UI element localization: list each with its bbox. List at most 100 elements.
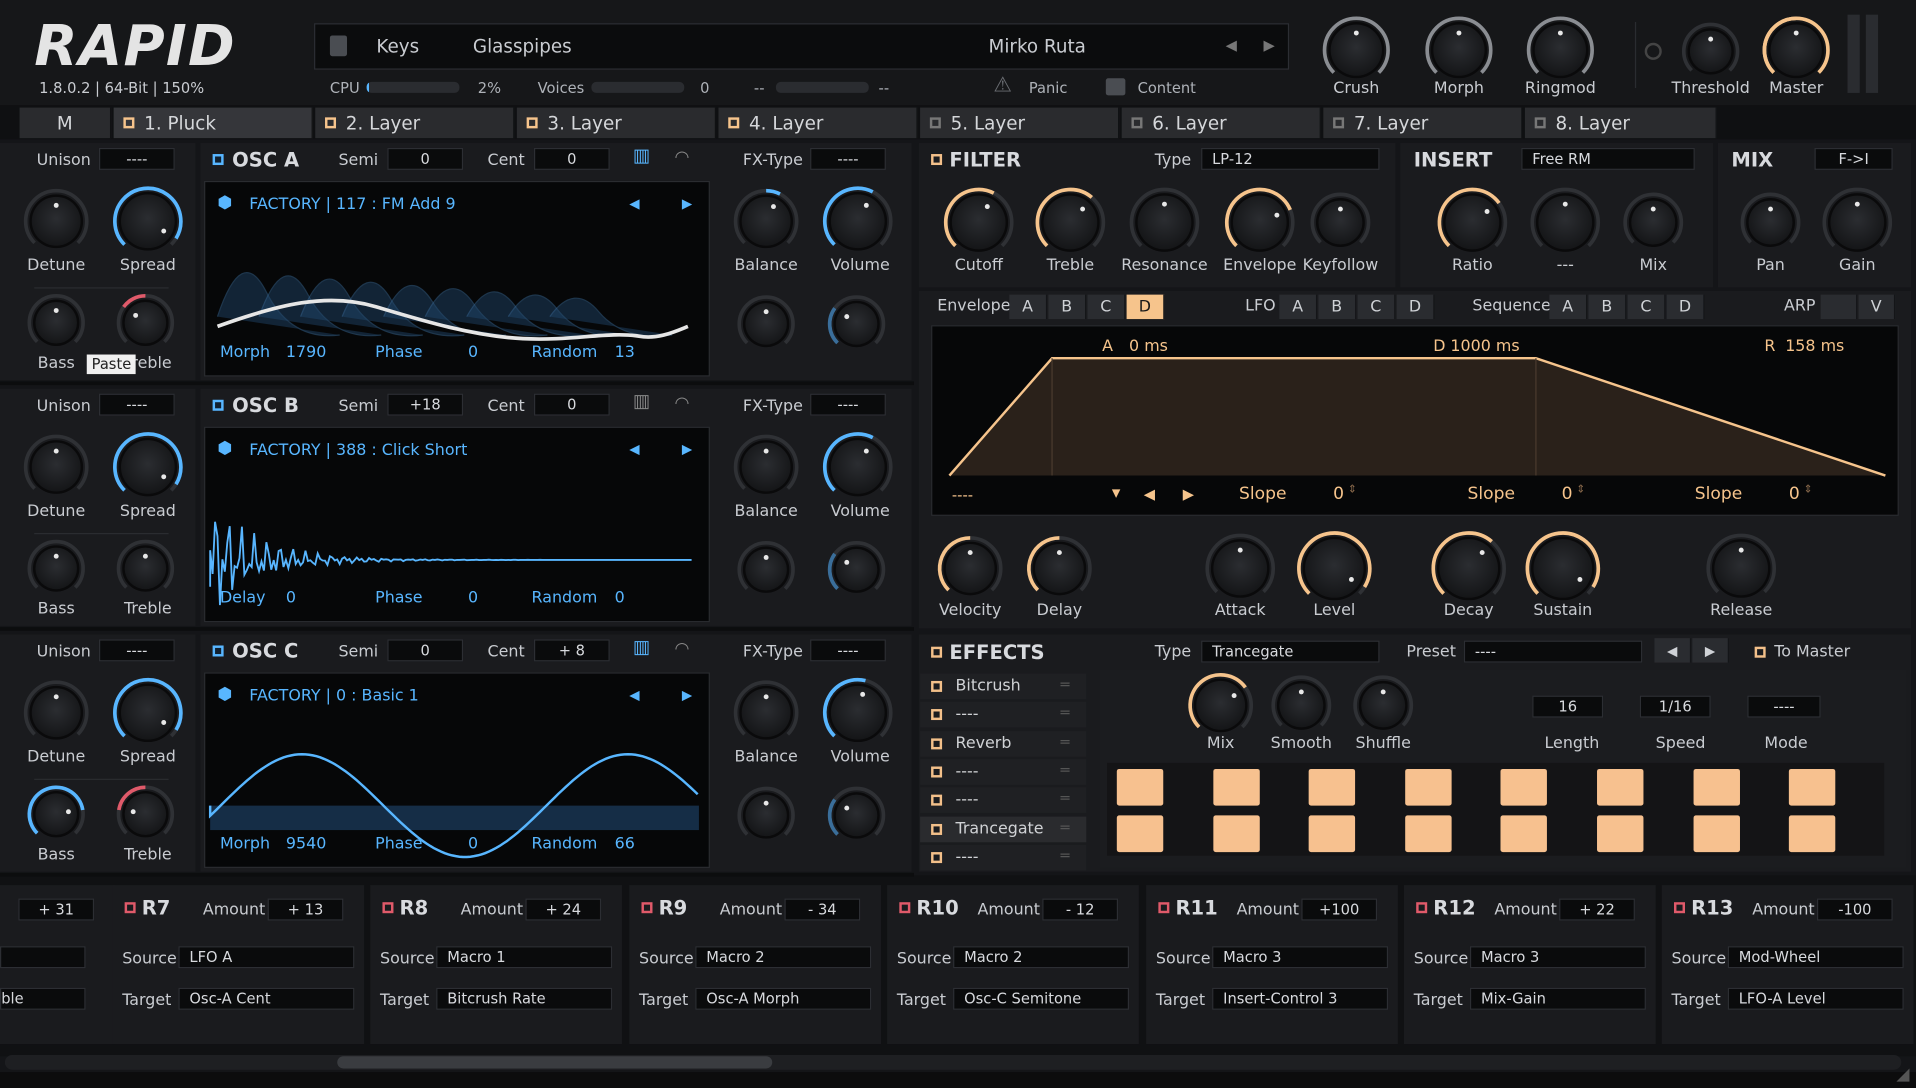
- osc-b-retrigger-icon[interactable]: ◠: [674, 395, 689, 412]
- lfo-tab-b[interactable]: B: [1318, 294, 1357, 320]
- osc-c-volume-knob[interactable]: [823, 677, 893, 743]
- osc-c-semi-field[interactable]: 0: [387, 639, 464, 662]
- osc-b-keyboard-icon[interactable]: ▥: [633, 392, 650, 410]
- fx-slot-drag-icon-6[interactable]: ═: [1061, 848, 1070, 863]
- effects-preset-select[interactable]: ----: [1463, 640, 1643, 663]
- preset-category[interactable]: Keys: [376, 37, 419, 56]
- filter-knob-3[interactable]: [1225, 187, 1295, 252]
- tab-layer-3[interactable]: 3. Layer: [516, 107, 717, 139]
- tab-layer-3-checkbox[interactable]: [526, 117, 538, 129]
- osc-a-wave-prev-icon[interactable]: ◀: [629, 197, 639, 210]
- osc-b-volume-knob[interactable]: [823, 432, 893, 497]
- env-source-select[interactable]: ----: [952, 488, 973, 503]
- gate-knob-2[interactable]: [1353, 675, 1414, 730]
- filter-knob-1[interactable]: [1035, 187, 1106, 252]
- env-slope-value-1[interactable]: 0: [1562, 485, 1573, 502]
- osc-c-fx-select[interactable]: ----: [810, 639, 886, 662]
- route-0-amount-field[interactable]: + 31: [18, 898, 95, 921]
- osc-c-pan-mod-knob[interactable]: [737, 786, 795, 839]
- env-slope-spin-icon-0[interactable]: ⇕: [1348, 485, 1357, 496]
- fx-slot-drag-icon-1[interactable]: ═: [1061, 706, 1070, 721]
- osc-a-p2-value[interactable]: 0: [468, 345, 478, 361]
- route-6-target-select[interactable]: Mix-Gain: [1469, 987, 1646, 1010]
- route-0-target-select[interactable]: ble: [0, 987, 86, 1010]
- arp-toggle[interactable]: [1820, 294, 1858, 320]
- fx-slot-drag-icon-0[interactable]: ═: [1061, 677, 1070, 692]
- mix-mode-select[interactable]: F->I: [1814, 147, 1893, 170]
- fx-slot-checkbox-5[interactable]: [931, 823, 943, 835]
- osc-a-keyboard-icon[interactable]: ▥: [633, 146, 650, 165]
- gate-length-field[interactable]: 16: [1532, 695, 1604, 718]
- route-2-source-select[interactable]: Macro 1: [436, 946, 613, 969]
- route-5-source-select[interactable]: Macro 3: [1212, 946, 1389, 969]
- fx-slot-checkbox-2[interactable]: [931, 737, 943, 749]
- route-3-amount-field[interactable]: - 34: [784, 898, 861, 921]
- gate-knob-0[interactable]: [1188, 672, 1254, 733]
- osc-c-enable-checkbox[interactable]: [212, 645, 224, 657]
- fx-slot-checkbox-4[interactable]: [931, 794, 943, 806]
- fx-slot-drag-icon-3[interactable]: ═: [1061, 763, 1070, 778]
- insert-knob-1[interactable]: [1530, 187, 1600, 252]
- route-5-amount-field[interactable]: +100: [1301, 898, 1378, 921]
- resize-grip-icon[interactable]: ◢: [1896, 1066, 1909, 1083]
- filter-knob-0[interactable]: [943, 187, 1014, 252]
- osc-c-balance-knob[interactable]: [733, 680, 799, 740]
- osc-c-wave-prev-icon[interactable]: ◀: [629, 688, 639, 701]
- osc-a-p1-value[interactable]: 1790: [286, 345, 326, 361]
- filter-knob-4[interactable]: [1310, 192, 1371, 247]
- tab-layer-1-checkbox[interactable]: [123, 117, 135, 129]
- route-2-checkbox[interactable]: [382, 902, 394, 914]
- env-slope-value-2[interactable]: 0: [1789, 485, 1800, 502]
- preset-name[interactable]: Glasspipes: [473, 37, 572, 56]
- mix-knob-1[interactable]: [1822, 187, 1893, 252]
- threshold-power-icon[interactable]: [1644, 42, 1662, 60]
- osc-b-semi-field[interactable]: +18: [387, 393, 464, 416]
- tab-layer-2-checkbox[interactable]: [325, 117, 337, 129]
- osc-a-preset-name[interactable]: FACTORY | 117 : FM Add 9: [249, 197, 455, 213]
- tab-layer-7-checkbox[interactable]: [1333, 117, 1345, 129]
- gate-mode-field[interactable]: ----: [1747, 695, 1821, 718]
- env-knob-0[interactable]: [937, 536, 1003, 596]
- envelope-tab-a[interactable]: A: [1009, 294, 1048, 320]
- osc-b-fx-select[interactable]: ----: [810, 393, 886, 416]
- tab-layer-1[interactable]: 1. Pluck: [113, 107, 313, 139]
- env-next-icon[interactable]: ▶: [1183, 487, 1194, 502]
- osc-a-wave-next-icon[interactable]: ▶: [682, 197, 692, 210]
- tab-layer-7[interactable]: 7. Layer: [1323, 107, 1523, 139]
- route-1-source-select[interactable]: LFO A: [178, 946, 355, 969]
- env-prev-icon[interactable]: ◀: [1144, 487, 1155, 502]
- lfo-tab-a[interactable]: A: [1279, 294, 1318, 320]
- tab-layer-5[interactable]: 5. Layer: [920, 107, 1120, 139]
- route-1-amount-field[interactable]: + 13: [267, 898, 344, 921]
- osc-a-vol-mod-knob[interactable]: [827, 295, 886, 348]
- scrollbar-thumb[interactable]: [337, 1056, 773, 1069]
- osc-c-p2-value[interactable]: 0: [468, 836, 478, 852]
- route-3-checkbox[interactable]: [641, 902, 653, 914]
- gate-step-4[interactable]: [1500, 768, 1548, 806]
- envelope-display[interactable]: [931, 325, 1899, 516]
- osc-a-semi-field[interactable]: 0: [387, 147, 464, 170]
- gate-step-6[interactable]: [1693, 768, 1740, 806]
- effects-enable-checkbox[interactable]: [931, 646, 943, 658]
- route-7-amount-field[interactable]: -100: [1816, 898, 1893, 921]
- route-3-target-select[interactable]: Osc-A Morph: [695, 987, 872, 1010]
- osc-c-retrigger-icon[interactable]: ◠: [674, 641, 689, 658]
- tab-layer-5-checkbox[interactable]: [929, 117, 941, 129]
- osc-c-unison-field[interactable]: ----: [98, 639, 175, 662]
- osc-c-vol-mod-knob[interactable]: [827, 786, 886, 839]
- route-1-target-select[interactable]: Osc-A Cent: [178, 987, 355, 1010]
- gate-step-11[interactable]: [1404, 815, 1452, 853]
- osc-b-bass-knob[interactable]: [27, 539, 85, 592]
- gate-step-3[interactable]: [1404, 768, 1452, 806]
- osc-c-preset-name[interactable]: FACTORY | 0 : Basic 1: [249, 688, 419, 704]
- osc-b-cent-field[interactable]: 0: [533, 393, 610, 416]
- osc-b-unison-field[interactable]: ----: [98, 393, 175, 416]
- route-4-checkbox[interactable]: [899, 902, 911, 914]
- gate-speed-field[interactable]: 1/16: [1639, 695, 1711, 718]
- route-7-source-select[interactable]: Mod-Wheel: [1727, 946, 1904, 969]
- route-2-target-select[interactable]: Bitcrush Rate: [436, 987, 613, 1010]
- fx-slot-checkbox-0[interactable]: [931, 680, 943, 692]
- envelope-tab-d[interactable]: D: [1126, 294, 1165, 320]
- osc-a-treble-knob[interactable]: [116, 294, 175, 346]
- fx-slot-drag-icon-2[interactable]: ═: [1061, 734, 1070, 749]
